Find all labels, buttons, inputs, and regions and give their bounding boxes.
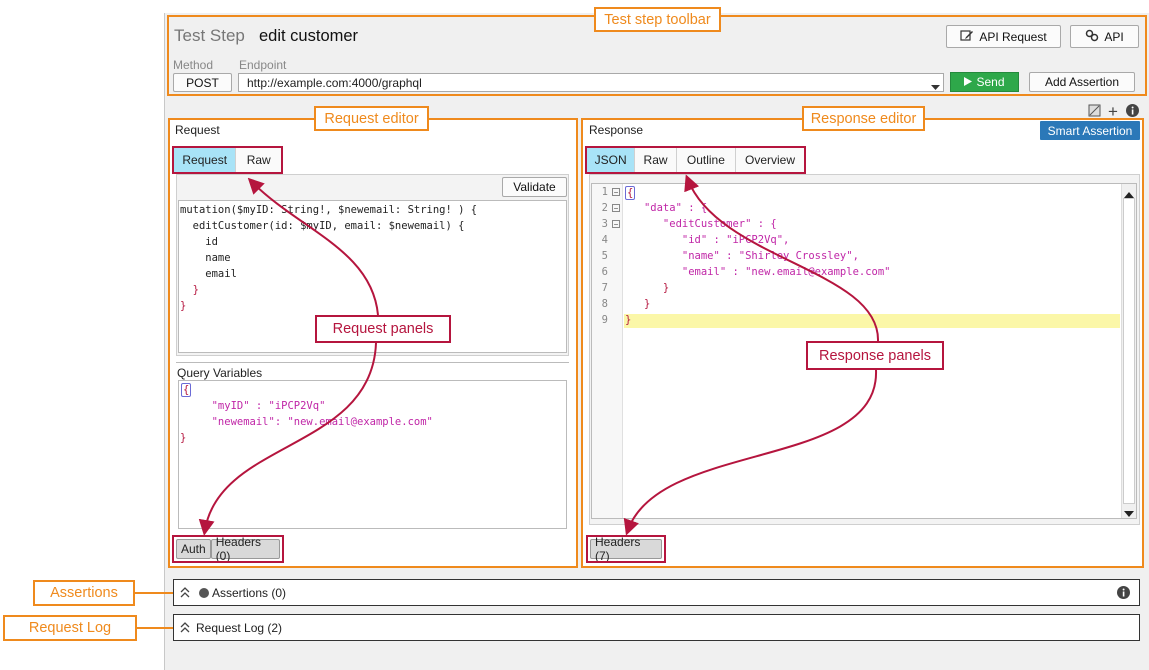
callout-request-panels: Request panels xyxy=(315,315,451,343)
callout-response-panels: Response panels xyxy=(806,341,944,370)
panel-arrows xyxy=(198,174,880,536)
